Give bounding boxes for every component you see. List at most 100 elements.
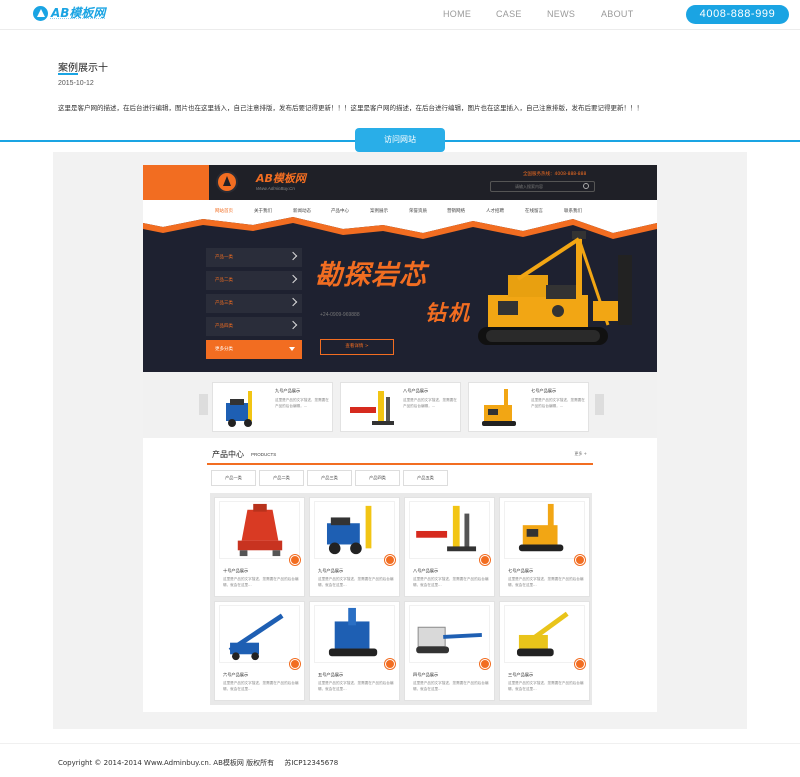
product-badge-icon: [290, 659, 300, 669]
product-image: [219, 501, 300, 559]
carousel-card-title: 七号产品展示: [531, 388, 557, 393]
preview-side-menu-item: 产品三类: [206, 294, 302, 313]
product-card: 三号产品展示 这里是产品的文字描述，您需要在产品的后台编辑，就会在这里...: [499, 601, 590, 701]
carousel-card-desc: 这里是产品的文字描述，您需要在产品的后台编辑，...: [531, 398, 585, 408]
product-desc: 这里是产品的文字描述，您需要在产品的后台编辑，就会在这里...: [223, 681, 299, 691]
preview-side-menu-item: 更多分类: [206, 340, 302, 359]
product-image: [314, 605, 395, 663]
preview-logo-text: AB模板网: [256, 172, 306, 185]
product-name: 七号产品展示: [508, 568, 534, 573]
preview-banner: 产品一类 产品二类 产品三类 产品四类 更多分类 勘探岩芯 钻机 +24-090…: [143, 213, 657, 372]
phone-number-pill[interactable]: 4008-888-999: [686, 5, 789, 24]
product-card: 五号产品展示 这里是产品的文字描述，您需要在产品的后台编辑，就会在这里...: [309, 601, 400, 701]
carousel-next-arrow: [595, 394, 604, 415]
product-thumbnail: [350, 391, 394, 425]
carousel-card-title: 九号产品展示: [275, 388, 301, 393]
footer-icp[interactable]: 苏ICP12345678: [284, 759, 338, 767]
chevron-right-icon: [288, 320, 298, 330]
products-tab: 产品三类: [307, 470, 352, 486]
side-menu-label: 产品三类: [215, 301, 233, 306]
product-card: 十号产品展示 这里是产品的文字描述，您需要在产品的后台编辑，就会在这里...: [214, 497, 305, 597]
preview-header: AB模板网 Www.AdminBuy.Cn 全国服务热线：4008-888-88…: [143, 165, 657, 200]
product-badge-icon: [480, 555, 490, 565]
footer-copyright: Copyright © 2014-2014 Www.Adminbuy.cn. A…: [58, 759, 275, 767]
product-image: [219, 605, 300, 663]
top-navbar: AB模板网 HOME CASE NEWS ABOUT 4008-888-999: [0, 0, 800, 30]
product-image: [504, 501, 585, 559]
product-badge-icon: [385, 659, 395, 669]
product-desc: 这里是产品的文字描述，您需要在产品的后台编辑，就会在这里...: [413, 577, 489, 587]
ab-logo-icon: [33, 6, 48, 21]
visit-website-button[interactable]: 访问网站: [355, 128, 445, 152]
chevron-right-icon: [288, 251, 298, 261]
website-preview-image: AB模板网 Www.AdminBuy.Cn 全国服务热线：4008-888-88…: [143, 165, 657, 712]
carousel-card-desc: 这里是产品的文字描述，您需要在产品的后台编辑，...: [275, 398, 329, 408]
side-menu-label: 产品四类: [215, 324, 233, 329]
product-name: 六号产品展示: [223, 672, 249, 677]
product-desc: 这里是产品的文字描述，您需要在产品的后台编辑，就会在这里...: [508, 577, 584, 587]
nav-news[interactable]: NEWS: [547, 9, 575, 19]
title-underline: [58, 73, 78, 75]
product-name: 五号产品展示: [318, 672, 344, 677]
preview-logo-icon: [216, 171, 238, 193]
side-menu-label: 更多分类: [215, 347, 233, 352]
banner-consult-button: 查看详情 >: [320, 339, 394, 355]
product-image: [504, 605, 585, 663]
product-image: [409, 605, 490, 663]
products-tab: 产品四类: [355, 470, 400, 486]
nav-home[interactable]: HOME: [443, 9, 471, 19]
product-name: 三号产品展示: [508, 672, 534, 677]
carousel-prev-arrow: [199, 394, 208, 415]
caret-down-icon: [289, 347, 295, 351]
chevron-right-icon: [288, 274, 298, 284]
nav-case[interactable]: CASE: [496, 9, 522, 19]
product-card: 九号产品展示 这里是产品的文字描述，您需要在产品的后台编辑，就会在这里...: [309, 497, 400, 597]
products-tab: 产品一类: [211, 470, 256, 486]
preview-side-menu-item: 产品二类: [206, 271, 302, 290]
carousel-card: 八号产品展示 这里是产品的文字描述，您需要在产品的后台编辑，...: [340, 382, 461, 432]
product-image: [314, 501, 395, 559]
product-name: 十号产品展示: [223, 568, 249, 573]
product-name: 八号产品展示: [413, 568, 439, 573]
product-badge-icon: [575, 659, 585, 669]
preview-hotline: 全国服务热线：4008-888-888: [523, 172, 587, 177]
preview-header-accent: [143, 165, 209, 200]
logo-underline: [50, 18, 105, 21]
product-name: 四号产品展示: [413, 672, 439, 677]
drilling-rig-image: [478, 231, 632, 345]
banner-tel: +24-0909-969888: [320, 312, 360, 318]
product-name: 九号产品展示: [318, 568, 344, 573]
product-desc: 这里是产品的文字描述，您需要在产品的后台编辑，就会在这里...: [318, 681, 394, 691]
footer-divider: [0, 743, 800, 744]
carousel-card: 七号产品展示 这里是产品的文字描述，您需要在产品的后台编辑，...: [468, 382, 589, 432]
preview-carousel: 九号产品展示 这里是产品的文字描述，您需要在产品的后台编辑，... 八号产品展示…: [143, 372, 657, 438]
product-badge-icon: [290, 555, 300, 565]
product-thumbnail: [482, 389, 516, 426]
product-desc: 这里是产品的文字描述，您需要在产品的后台编辑，就会在这里...: [318, 577, 394, 587]
site-logo[interactable]: AB模板网: [33, 5, 113, 25]
footer: Copyright © 2014-2014 Www.Adminbuy.cn. A…: [58, 758, 338, 768]
product-badge-icon: [480, 659, 490, 669]
nav-about[interactable]: ABOUT: [601, 9, 634, 19]
carousel-card: 九号产品展示 这里是产品的文字描述，您需要在产品的后台编辑，...: [212, 382, 333, 432]
product-card: 四号产品展示 这里是产品的文字描述，您需要在产品的后台编辑，就会在这里...: [404, 601, 495, 701]
products-grid: 十号产品展示 这里是产品的文字描述，您需要在产品的后台编辑，就会在这里... 九…: [210, 493, 592, 705]
banner-headline-1: 勘探岩芯: [315, 260, 427, 291]
side-menu-label: 产品二类: [215, 278, 233, 283]
preview-logo-sub: Www.AdminBuy.Cn: [256, 186, 295, 191]
page-title: 案例展示十: [58, 63, 108, 74]
products-tab: 产品五类: [403, 470, 448, 486]
products-header: 产品中心 PRODUCTS 更多 +: [207, 447, 593, 465]
carousel-card-desc: 这里是产品的文字描述，您需要在产品的后台编辑，...: [403, 398, 457, 408]
products-subtitle: PRODUCTS: [251, 452, 277, 457]
product-desc: 这里是产品的文字描述，您需要在产品的后台编辑，就会在这里...: [413, 681, 489, 691]
products-more-link: 更多 +: [574, 451, 587, 456]
product-card: 六号产品展示 这里是产品的文字描述，您需要在产品的后台编辑，就会在这里...: [214, 601, 305, 701]
product-desc: 这里是产品的文字描述，您需要在产品的后台编辑，就会在这里...: [223, 577, 299, 587]
side-menu-label: 产品一类: [215, 255, 233, 260]
preview-side-menu-item: 产品一类: [206, 248, 302, 267]
products-title: 产品中心: [212, 450, 244, 459]
case-description: 这里是客户网的描述，在后台进行编辑，图片也在这里插入，自己注意排版，发布后要记得…: [58, 104, 643, 112]
product-thumbnail: [226, 391, 252, 427]
product-image: [409, 501, 490, 559]
